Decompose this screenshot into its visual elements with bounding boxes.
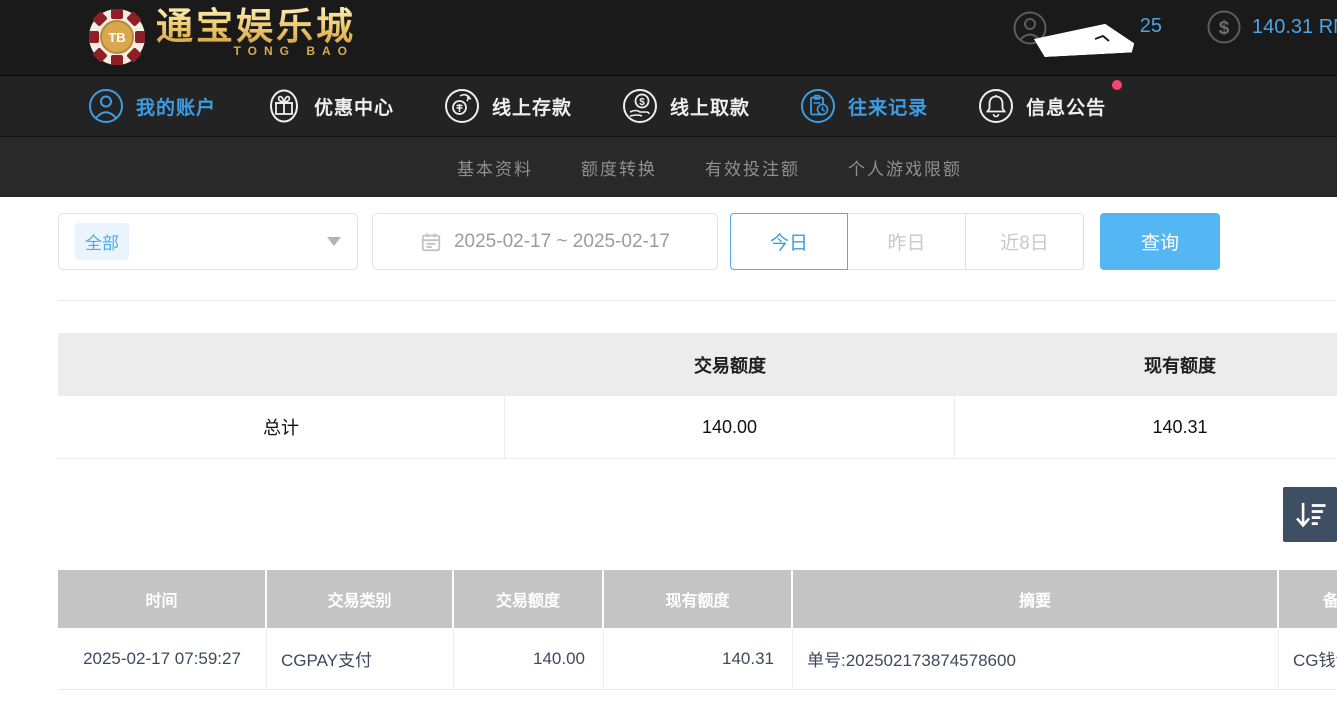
date-range-input[interactable]: 2025-02-17 ~ 2025-02-17 xyxy=(372,213,718,270)
balance-amount: 140.31 RMB xyxy=(1252,16,1337,39)
redaction-pen-mark xyxy=(1094,35,1110,43)
nav-label: 线上存款 xyxy=(492,93,572,120)
nav-item-my-account[interactable]: 我的账户 xyxy=(88,88,216,124)
records-header-type: 交易类别 xyxy=(267,570,454,628)
username-visible-text: 25 xyxy=(1140,15,1162,38)
record-summary: 单号:202502173874578600 xyxy=(793,628,1279,689)
dollar-coin-icon: $ xyxy=(1206,9,1242,45)
record-type: CGPAY支付 xyxy=(267,628,454,689)
account-sub-navigation: 基本资料 额度转换 有效投注额 个人游戏限额 xyxy=(0,137,1337,197)
notification-dot xyxy=(1112,80,1122,90)
nav-label: 线上取款 xyxy=(670,93,750,120)
quick-range-group: 今日 昨日 近8日 xyxy=(730,213,1084,270)
nav-label: 我的账户 xyxy=(136,93,216,120)
svg-text:TB: TB xyxy=(108,30,125,45)
subnav-item-quota-transfer[interactable]: 额度转换 xyxy=(581,155,657,180)
record-amount: 140.00 xyxy=(454,628,604,689)
poker-chip-icon: TB xyxy=(86,6,148,68)
withdraw-icon: $ xyxy=(622,88,658,124)
table-row: 2025-02-17 07:59:27 CGPAY支付 140.00 140.3… xyxy=(58,628,1337,690)
nav-item-withdraw[interactable]: $ 线上取款 xyxy=(622,88,750,124)
record-remark: CG钱包 xyxy=(1279,628,1337,689)
summary-total-row: 总计 140.00 140.31 xyxy=(58,396,1337,459)
subnav-item-game-limits[interactable]: 个人游戏限额 xyxy=(848,155,962,180)
nav-label: 信息公告 xyxy=(1026,93,1106,120)
summary-header-empty xyxy=(58,333,505,396)
redacted-username: 25 xyxy=(1058,9,1162,47)
quick-range-yesterday[interactable]: 昨日 xyxy=(848,213,966,270)
nav-item-records[interactable]: 往来记录 xyxy=(800,88,928,124)
records-header-remark: 备注 xyxy=(1279,570,1337,628)
nav-item-deposit[interactable]: 线上存款 xyxy=(444,88,572,124)
quick-range-today[interactable]: 今日 xyxy=(730,213,848,270)
quick-range-last-8-days[interactable]: 近8日 xyxy=(966,213,1084,270)
category-selected-chip: 全部 xyxy=(75,223,129,260)
summary-total-transaction-amount: 140.00 xyxy=(505,396,955,458)
category-select[interactable]: 全部 xyxy=(58,213,358,270)
redaction-scribble xyxy=(1033,22,1134,57)
summary-header-row: 交易额度 现有额度 xyxy=(58,333,1337,396)
chevron-down-icon xyxy=(327,237,341,246)
section-divider xyxy=(58,300,1337,301)
gift-icon xyxy=(266,88,302,124)
user-account-summary[interactable]: 25 xyxy=(1012,9,1162,47)
summary-table: 交易额度 现有额度 总计 140.00 140.31 xyxy=(58,333,1337,459)
records-header-summary: 摘要 xyxy=(793,570,1279,628)
deposit-icon xyxy=(444,88,480,124)
record-time: 2025-02-17 07:59:27 xyxy=(58,628,267,689)
records-header-time: 时间 xyxy=(58,570,267,628)
summary-total-current-balance: 140.31 xyxy=(955,396,1337,458)
records-header-amount: 交易额度 xyxy=(454,570,604,628)
query-button[interactable]: 查询 xyxy=(1100,213,1220,270)
records-icon xyxy=(800,88,836,124)
records-table: 时间 交易类别 交易额度 现有额度 摘要 备注 2025-02-17 07:59… xyxy=(58,570,1337,690)
top-header: TB 通宝娱乐城 TONG BAO 25 $ 140.31 RMB xyxy=(0,0,1337,75)
calendar-icon xyxy=(420,231,442,253)
records-header-row: 时间 交易类别 交易额度 现有额度 摘要 备注 xyxy=(58,570,1337,628)
nav-label: 往来记录 xyxy=(848,93,928,120)
subnav-item-valid-bets[interactable]: 有效投注额 xyxy=(705,155,800,180)
date-range-value: 2025-02-17 ~ 2025-02-17 xyxy=(454,231,670,253)
records-page-content: 全部 2025-02-17 ~ 2025-02-17 今日 昨日 近8日 查询 … xyxy=(0,197,1337,707)
bell-icon xyxy=(978,88,1014,124)
balance-summary[interactable]: $ 140.31 RMB xyxy=(1206,9,1337,45)
nav-item-promotions[interactable]: 优惠中心 xyxy=(266,88,394,124)
svg-text:$: $ xyxy=(639,97,645,108)
svg-text:$: $ xyxy=(1219,18,1230,39)
sort-descending-button[interactable] xyxy=(1283,487,1337,542)
sort-descending-icon xyxy=(1291,496,1329,534)
subnav-item-basic-info[interactable]: 基本资料 xyxy=(457,155,533,180)
summary-header-current-balance: 现有额度 xyxy=(955,333,1337,396)
nav-label: 优惠中心 xyxy=(314,93,394,120)
main-navigation: 我的账户 优惠中心 线上存款 $ 线上取款 xyxy=(0,75,1337,137)
summary-header-transaction-amount: 交易额度 xyxy=(505,333,955,396)
brand-title-en: TONG BAO xyxy=(234,44,354,58)
brand-logo[interactable]: TB 通宝娱乐城 TONG BAO xyxy=(86,4,356,68)
nav-item-announcements[interactable]: 信息公告 xyxy=(978,88,1106,124)
record-balance: 140.31 xyxy=(604,628,793,689)
records-header-balance: 现有额度 xyxy=(604,570,793,628)
summary-total-label: 总计 xyxy=(58,396,505,458)
account-icon xyxy=(88,88,124,124)
